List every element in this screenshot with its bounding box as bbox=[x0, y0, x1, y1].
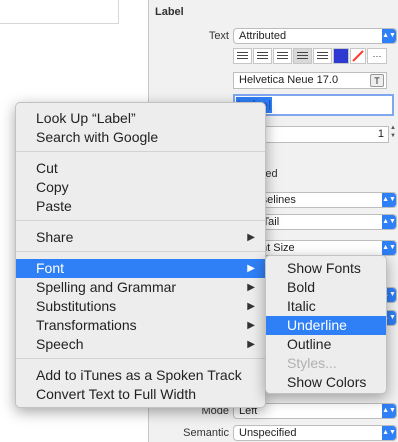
align-justify-icon bbox=[297, 52, 308, 60]
menu-item-spelling-grammar[interactable]: Spelling and Grammar ▶ bbox=[16, 278, 265, 297]
menu-item-copy[interactable]: Copy bbox=[16, 178, 265, 197]
menu-separator bbox=[16, 358, 265, 359]
menu-item-label: Paste bbox=[36, 198, 72, 214]
menu-item-search-google[interactable]: Search with Google bbox=[16, 128, 265, 147]
menu-item-label: Share bbox=[36, 229, 74, 245]
text-color-swatch[interactable] bbox=[333, 48, 349, 64]
menu-item-label: Look Up “Label” bbox=[36, 110, 136, 126]
more-icon: ··· bbox=[372, 51, 382, 61]
menu-item-share[interactable]: Share ▶ bbox=[16, 228, 265, 247]
chevron-updown-icon: ▲▼ bbox=[382, 404, 396, 418]
text-type-popup[interactable]: Attributed ▲▼ bbox=[233, 28, 397, 44]
menu-item-add-itunes[interactable]: Add to iTunes as a Spoken Track bbox=[16, 366, 265, 385]
font-field[interactable]: Helvetica Neue 17.0 T bbox=[233, 72, 387, 89]
menu-item-label: Convert Text to Full Width bbox=[36, 386, 197, 402]
chevron-updown-icon: ▲▼ bbox=[382, 426, 396, 440]
menu-item-substitutions[interactable]: Substitutions ▶ bbox=[16, 297, 265, 316]
menu-item-label: Speech bbox=[36, 336, 84, 352]
align-justify-button[interactable] bbox=[293, 48, 312, 64]
align-right-icon bbox=[277, 52, 288, 60]
submenu-item-show-colors[interactable]: Show Colors bbox=[266, 373, 386, 392]
menu-item-label: Substitutions bbox=[36, 298, 117, 314]
submenu-arrow-icon: ▶ bbox=[247, 339, 255, 350]
chevron-updown-icon: ▲▼ bbox=[382, 29, 396, 43]
submenu-arrow-icon: ▶ bbox=[247, 282, 255, 293]
menu-item-label: Font bbox=[36, 260, 65, 276]
submenu-item-styles: Styles... bbox=[287, 355, 337, 371]
submenu-arrow-icon: ▶ bbox=[247, 232, 255, 243]
canvas-guide-line bbox=[0, 23, 118, 24]
lines-stepper[interactable]: ▲ ▼ bbox=[389, 124, 397, 144]
submenu-arrow-icon: ▶ bbox=[247, 320, 255, 331]
chevron-updown-icon: ▲▼ bbox=[382, 193, 396, 207]
menu-item-transformations[interactable]: Transformations ▶ bbox=[16, 316, 265, 335]
menu-separator bbox=[16, 220, 265, 221]
canvas-guide-line bbox=[118, 0, 119, 24]
align-left-button[interactable] bbox=[233, 48, 252, 64]
menu-item-speech[interactable]: Speech ▶ bbox=[16, 335, 265, 354]
submenu-item-outline[interactable]: Outline bbox=[266, 335, 386, 354]
menu-item-look-up[interactable]: Look Up “Label” bbox=[16, 109, 265, 128]
align-right-button[interactable] bbox=[273, 48, 292, 64]
menu-item-font[interactable]: Font ▶ bbox=[16, 259, 265, 278]
menu-item-label: Search with Google bbox=[36, 129, 159, 145]
submenu-item-show-fonts[interactable]: Show Fonts bbox=[266, 259, 386, 278]
font-picker-icon[interactable]: T bbox=[370, 74, 384, 87]
menu-separator bbox=[16, 251, 265, 252]
text-type-label: Text bbox=[208, 30, 229, 42]
semantic-popup[interactable]: Unspecified ▲▼ bbox=[233, 425, 397, 441]
align-center-icon bbox=[257, 52, 268, 60]
menu-item-paste[interactable]: Paste bbox=[16, 197, 265, 216]
submenu-arrow-icon: ▶ bbox=[247, 263, 255, 274]
menu-item-label: Copy bbox=[36, 179, 69, 195]
text-type-value: Attributed bbox=[239, 30, 287, 42]
menu-item-label: Spelling and Grammar bbox=[36, 279, 177, 295]
submenu-item-italic[interactable]: Italic bbox=[266, 297, 386, 316]
font-value: Helvetica Neue 17.0 bbox=[239, 74, 339, 86]
align-natural-button[interactable] bbox=[313, 48, 332, 64]
section-title: Label bbox=[155, 6, 184, 18]
align-natural-icon bbox=[317, 52, 328, 60]
submenu-arrow-icon: ▶ bbox=[247, 301, 255, 312]
menu-separator bbox=[16, 151, 265, 152]
context-menu: Look Up “Label” Search with Google Cut C… bbox=[15, 102, 266, 408]
menu-item-convert-full-width[interactable]: Convert Text to Full Width bbox=[16, 385, 265, 404]
menu-item-label: Add to iTunes as a Spoken Track bbox=[36, 367, 242, 383]
menu-item-label: Cut bbox=[36, 160, 58, 176]
chevron-updown-icon: ▲▼ bbox=[382, 241, 396, 255]
background-color-swatch[interactable] bbox=[350, 48, 366, 64]
align-center-button[interactable] bbox=[253, 48, 272, 64]
semantic-value: Unspecified bbox=[239, 427, 297, 439]
semantic-label: Semantic bbox=[183, 427, 229, 439]
align-left-icon bbox=[237, 52, 248, 60]
submenu-item-bold[interactable]: Bold bbox=[266, 278, 386, 297]
menu-item-label: Transformations bbox=[36, 317, 137, 333]
no-color-icon bbox=[352, 50, 364, 62]
menu-item-cut[interactable]: Cut bbox=[16, 159, 265, 178]
alignment-row: ··· bbox=[233, 48, 387, 66]
chevron-updown-icon: ▲▼ bbox=[382, 215, 396, 229]
font-submenu: Show Fonts Bold Italic Underline Outline… bbox=[265, 255, 387, 394]
more-options-button[interactable]: ··· bbox=[367, 48, 387, 64]
submenu-item-underline[interactable]: Underline bbox=[266, 316, 386, 335]
